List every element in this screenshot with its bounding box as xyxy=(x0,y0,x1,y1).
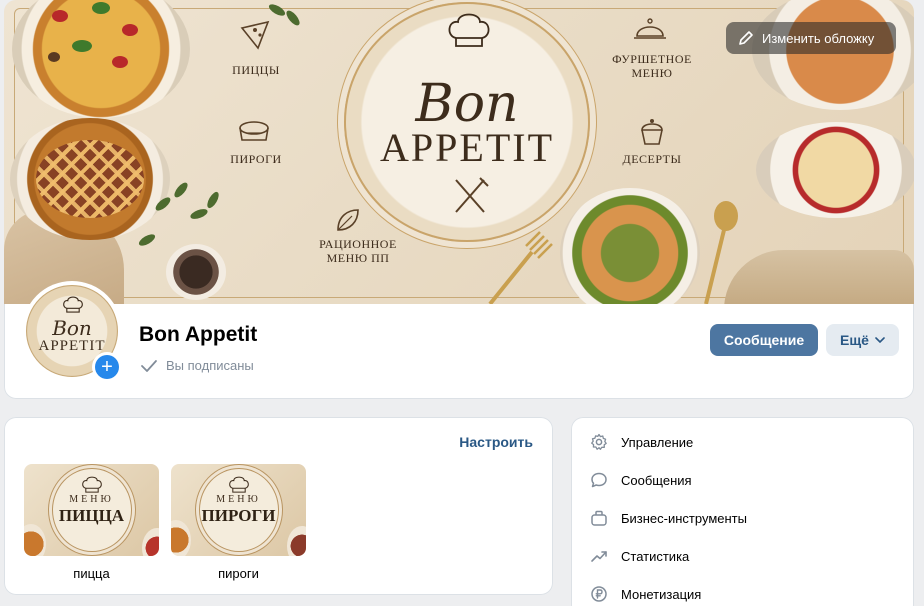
gold-fork-image xyxy=(488,231,553,304)
pencil-icon xyxy=(739,31,753,45)
admin-menu-card: Управление Сообщения Бизнес-инструменты … xyxy=(571,417,914,606)
menu-item-monetization[interactable]: Монетизация xyxy=(590,582,701,606)
checkmark-icon xyxy=(141,359,157,372)
menu-item-messages[interactable]: Сообщения xyxy=(590,468,692,492)
chat-bubble-icon xyxy=(591,472,607,488)
album-menu-word: МЕНЮ xyxy=(216,494,261,505)
cover-label-desserts: ДЕСЕРТЫ xyxy=(622,152,682,166)
avatar-chef-hat-icon xyxy=(63,296,83,313)
pizza-slice-icon xyxy=(240,20,270,50)
edit-cover-label: Изменить обложку xyxy=(762,30,875,46)
more-button-label: Ещё xyxy=(840,332,869,348)
album-caption-pizza[interactable]: пицца xyxy=(24,566,159,581)
edit-cover-button[interactable]: Изменить обложку xyxy=(726,22,896,54)
cupcake-icon xyxy=(641,119,663,145)
album-title: ПИРОГИ xyxy=(201,506,276,525)
more-button[interactable]: Ещё xyxy=(826,324,899,356)
medallion-title-appetit: APPETIT xyxy=(380,125,554,170)
crossed-cutlery-icon xyxy=(455,177,489,213)
cover-label-diet-2: МЕНЮ ПП xyxy=(326,251,390,265)
album-title: ПИЦЦА xyxy=(58,506,125,525)
menu-item-label: Монетизация xyxy=(621,586,702,602)
menu-item-business-tools[interactable]: Бизнес-инструменты xyxy=(590,506,747,530)
community-header-card: ПИЦЦЫ ПИРОГИ РАЦИОННОЕ МЕНЮ ПП ФУРШЕТНОЕ… xyxy=(4,0,914,399)
menu-item-statistics[interactable]: Статистика xyxy=(590,544,689,568)
pepper-bowl-image xyxy=(166,244,226,300)
subscription-status-button[interactable]: Вы подписаны xyxy=(140,358,254,373)
briefcase-icon xyxy=(591,510,607,526)
change-avatar-button[interactable]: + xyxy=(92,352,122,382)
gear-icon xyxy=(591,433,607,450)
configure-link[interactable]: Настроить xyxy=(459,434,533,450)
avatar-title-bon: Bon xyxy=(52,316,92,340)
album-chef-hat-icon xyxy=(229,476,249,493)
message-button[interactable]: Сообщение xyxy=(710,324,818,356)
menu-albums-card: Настроить МЕНЮ ПИЦЦА пицца МЕНЮ ПИРОГИ п… xyxy=(4,417,553,595)
pie-icon xyxy=(239,121,269,141)
chevron-down-icon xyxy=(875,337,885,343)
cover-label-pizza: ПИЦЦЫ xyxy=(232,63,280,77)
album-chef-hat-icon xyxy=(82,476,102,493)
cover-image: ПИЦЦЫ ПИРОГИ РАЦИОННОЕ МЕНЮ ПП ФУРШЕТНОЕ… xyxy=(4,0,914,304)
ruble-coin-icon xyxy=(591,586,607,602)
cheesecake-plate-image xyxy=(756,122,914,218)
album-pies[interactable]: МЕНЮ ПИРОГИ xyxy=(171,464,306,556)
album-caption-pies[interactable]: пироги xyxy=(171,566,306,581)
album-pizza[interactable]: МЕНЮ ПИЦЦА xyxy=(24,464,159,556)
leaf-icon xyxy=(337,209,359,231)
menu-item-management[interactable]: Управление xyxy=(590,430,693,454)
trend-chart-icon xyxy=(591,551,607,562)
menu-item-label: Сообщения xyxy=(621,472,692,488)
cover-label-diet-1: РАЦИОННОЕ xyxy=(319,237,397,251)
group-name: Bon Appetit xyxy=(139,323,258,346)
pie-image xyxy=(10,118,170,240)
menu-item-label: Статистика xyxy=(621,548,690,564)
menu-item-label: Управление xyxy=(621,434,694,450)
cover-label-pies: ПИРОГИ xyxy=(230,152,282,166)
bon-appetit-medallion: Bon APPETIT xyxy=(344,2,590,242)
album-menu-word: МЕНЮ xyxy=(69,494,114,505)
cover-label-buffet-2: МЕНЮ xyxy=(631,66,673,80)
cloche-icon xyxy=(634,18,666,39)
plus-icon: + xyxy=(95,355,119,379)
cover-label-buffet-1: ФУРШЕТНОЕ xyxy=(612,52,692,66)
napkin-right-decoration xyxy=(724,250,914,304)
menu-item-label: Бизнес-инструменты xyxy=(621,510,747,526)
chef-hat-icon xyxy=(448,13,490,47)
subscription-status-label: Вы подписаны xyxy=(166,358,254,373)
